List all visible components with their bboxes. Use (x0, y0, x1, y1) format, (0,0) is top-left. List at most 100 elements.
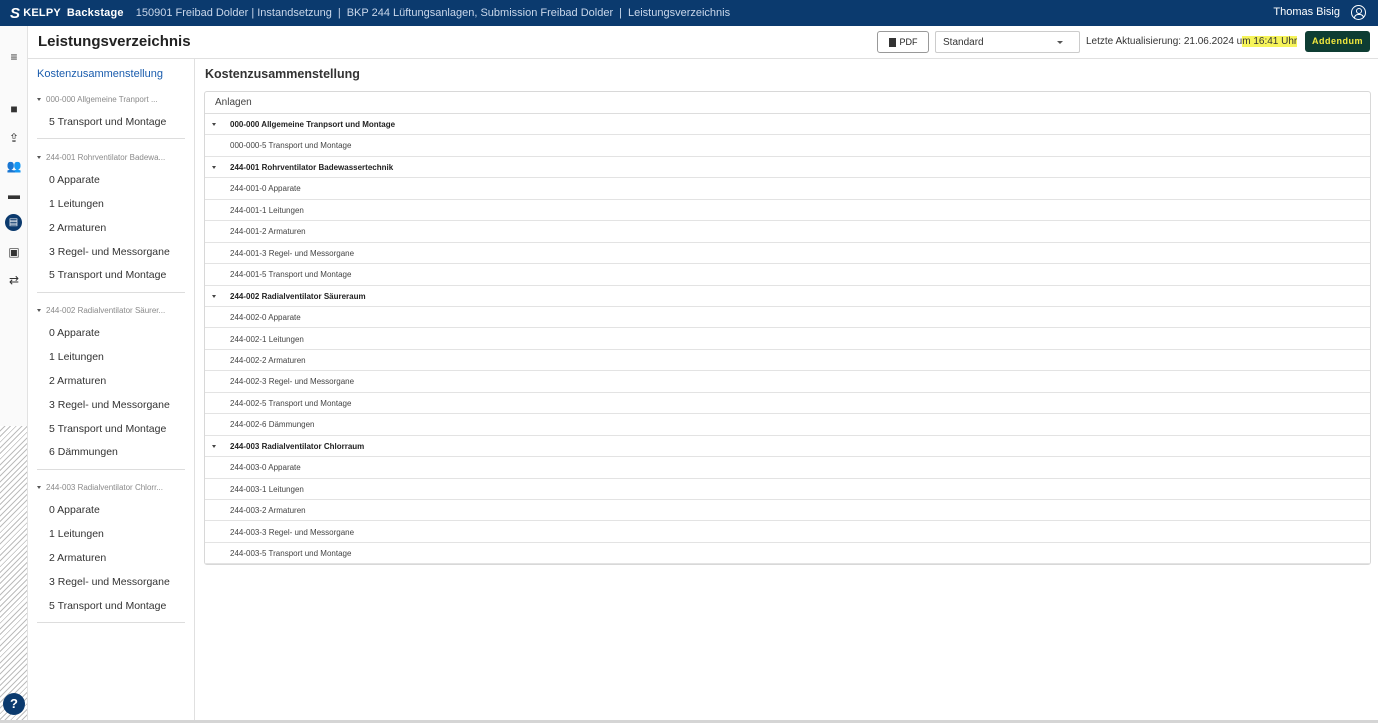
tree-item[interactable]: 2 Armaturen (49, 222, 106, 234)
upload-icon[interactable]: ⇪ (6, 131, 22, 145)
table-row-label: 000-000-5 Transport und Montage (230, 141, 352, 151)
view-select[interactable]: Standard (935, 31, 1080, 53)
tree-item[interactable]: 0 Apparate (49, 504, 100, 516)
tree-group-header[interactable]: 244-002 Radialventilator Säurer... (37, 306, 165, 315)
table-row[interactable]: 244-002-2 Armaturen (205, 350, 1370, 372)
tree-item[interactable]: 1 Leitungen (49, 351, 104, 363)
table-row[interactable]: 244-001-5 Transport und Montage (205, 264, 1370, 286)
truck-icon[interactable]: ▬ (6, 188, 22, 202)
divider (37, 622, 185, 623)
logo-icon: S (10, 4, 21, 22)
tree-item[interactable]: 6 Dämmungen (49, 446, 118, 458)
tree-item[interactable]: 3 Regel- und Messorgane (49, 576, 170, 588)
table-row[interactable]: 244-002-6 Dämmungen (205, 414, 1370, 436)
tree-group-header[interactable]: 244-003 Radialventilator Chlorr... (37, 483, 163, 492)
tree-group-label: 244-003 Radialventilator Chlorr... (46, 483, 163, 492)
document-icon[interactable]: ▤ (5, 214, 22, 231)
calendar-icon[interactable]: ▣ (6, 245, 22, 259)
table-row[interactable]: 244-001-2 Armaturen (205, 221, 1370, 243)
account-icon[interactable] (1351, 5, 1366, 20)
caret-down-icon[interactable] (212, 444, 216, 448)
pdf-label: PDF (899, 37, 918, 47)
app-logo[interactable]: S KELPY Backstage (10, 5, 124, 22)
table-row[interactable]: 244-002-1 Leitungen (205, 329, 1370, 350)
divider (37, 469, 185, 470)
table-row-label: 244-002-2 Armaturen (230, 355, 306, 365)
product-name: Backstage (66, 7, 124, 19)
last-update-highlight: m 16:41 Uhr (1242, 36, 1298, 47)
tree-group-label: 244-002 Radialventilator Säurer... (46, 306, 166, 315)
chevron-down-icon (1057, 41, 1063, 44)
tree-item[interactable]: 2 Armaturen (49, 375, 106, 387)
transfer-icon[interactable]: ⇄ (6, 273, 22, 287)
table-row[interactable]: 244-003-2 Armaturen (205, 500, 1370, 522)
table-row-label: 244-003 Radialventilator Chlorraum (230, 441, 365, 451)
logo-text: KELPY (23, 7, 61, 19)
table-row-label: 244-001-5 Transport und Montage (230, 270, 352, 280)
caret-down-icon[interactable] (212, 165, 216, 169)
table-row[interactable]: 000-000-5 Transport und Montage (205, 135, 1370, 157)
breadcrumb-project[interactable]: 150901 Freibad Dolder | Instandsetzung (136, 7, 332, 19)
caret-down-icon (37, 486, 41, 489)
tree-group-header[interactable]: 244-001 Rohrventilator Badewa... (37, 153, 165, 162)
table-row-label: 244-001-1 Leitungen (230, 205, 304, 215)
tree-group-label: 244-001 Rohrventilator Badewa... (46, 153, 166, 162)
table-row[interactable]: 244-001-3 Regel- und Messorgane (205, 243, 1370, 265)
people-icon[interactable]: 👥 (6, 159, 22, 173)
tree-item[interactable]: 0 Apparate (49, 174, 100, 186)
icon-rail: ≡ ■ ⇪ 👥 ▬ ▤ ▣ ⇄ ? (0, 26, 28, 723)
table-row[interactable]: 244-002-0 Apparate (205, 307, 1370, 329)
table-row[interactable]: 244-002-3 Regel- und Messorgane (205, 371, 1370, 393)
table-row-label: 244-003-5 Transport und Montage (230, 549, 352, 558)
tree-item[interactable]: 1 Leitungen (49, 528, 104, 540)
table-row[interactable]: 244-003-0 Apparate (205, 457, 1370, 479)
table-group-row[interactable]: 244-003 Radialventilator Chlorraum (205, 436, 1370, 458)
decorative-hatch (0, 426, 27, 723)
addendum-button[interactable]: Addendum (1305, 31, 1370, 52)
table-row[interactable]: 244-001-0 Apparate (205, 178, 1370, 200)
table-row[interactable]: 244-003-3 Regel- und Messorgane (205, 522, 1370, 543)
table-row[interactable]: 244-003-1 Leitungen (205, 479, 1370, 501)
page-title: Leistungsverzeichnis (38, 33, 191, 50)
tree-item-kostenzusammenstellung[interactable]: Kostenzusammenstellung (37, 68, 163, 80)
last-update-prefix: Letzte Aktualisierung: 21.06.2024 u (1086, 36, 1243, 47)
table-group-row[interactable]: 000-000 Allgemeine Tranpsort und Montage (205, 114, 1370, 136)
caret-down-icon (37, 309, 41, 312)
tree-item[interactable]: 5 Transport und Montage (49, 116, 166, 128)
user-name[interactable]: Thomas Bisig (1273, 6, 1340, 18)
table-row-label: 244-002-3 Regel- und Messorgane (230, 377, 355, 387)
briefcase-icon[interactable]: ■ (6, 102, 22, 116)
caret-down-icon[interactable] (212, 123, 216, 126)
table-row-label: 244-001-2 Armaturen (230, 227, 306, 237)
tree-nav: Kostenzusammenstellung 000-000 Allgemein… (28, 59, 195, 723)
table-row[interactable]: 244-001-1 Leitungen (205, 200, 1370, 222)
menu-icon[interactable]: ≡ (6, 50, 22, 64)
caret-down-icon[interactable] (212, 294, 216, 298)
pdf-button[interactable]: PDF (877, 31, 929, 53)
section-title: Kostenzusammenstellung (205, 67, 360, 81)
table-header: Anlagen (205, 92, 1370, 114)
table-row-label: 244-002-5 Transport und Montage (230, 398, 352, 408)
breadcrumb-page[interactable]: Leistungsverzeichnis (628, 7, 730, 19)
table-row[interactable]: 244-002-5 Transport und Montage (205, 393, 1370, 415)
table-row-label: 244-002-1 Leitungen (230, 334, 304, 344)
table-row[interactable]: 244-003-5 Transport und Montage (205, 543, 1370, 565)
tree-item[interactable]: 3 Regel- und Messorgane (49, 399, 170, 411)
help-button[interactable]: ? (3, 693, 25, 715)
tree-item[interactable]: 5 Transport und Montage (49, 269, 166, 281)
table-group-row[interactable]: 244-001 Rohrventilator Badewassertechnik (205, 157, 1370, 179)
tree-item[interactable]: 1 Leitungen (49, 198, 104, 210)
table-row-label: 244-003-3 Regel- und Messorgane (230, 527, 355, 537)
tree-item[interactable]: 5 Transport und Montage (49, 600, 166, 612)
anlagen-table: Anlagen 000-000 Allgemeine Tranpsort und… (204, 91, 1371, 565)
tree-item[interactable]: 5 Transport und Montage (49, 423, 166, 435)
tree-item[interactable]: 0 Apparate (49, 327, 100, 339)
table-row-label: 244-003-0 Apparate (230, 463, 301, 473)
table-row-label: 244-002 Radialventilator Säureraum (230, 291, 366, 301)
tree-item[interactable]: 3 Regel- und Messorgane (49, 246, 170, 258)
breadcrumb-bkp[interactable]: BKP 244 Lüftungsanlagen, Submission Frei… (347, 7, 613, 19)
table-group-row[interactable]: 244-002 Radialventilator Säureraum (205, 286, 1370, 307)
table-row-label: 244-003-1 Leitungen (230, 484, 304, 494)
tree-group-header[interactable]: 000-000 Allgemeine Tranport ... (37, 95, 158, 104)
tree-item[interactable]: 2 Armaturen (49, 552, 106, 564)
